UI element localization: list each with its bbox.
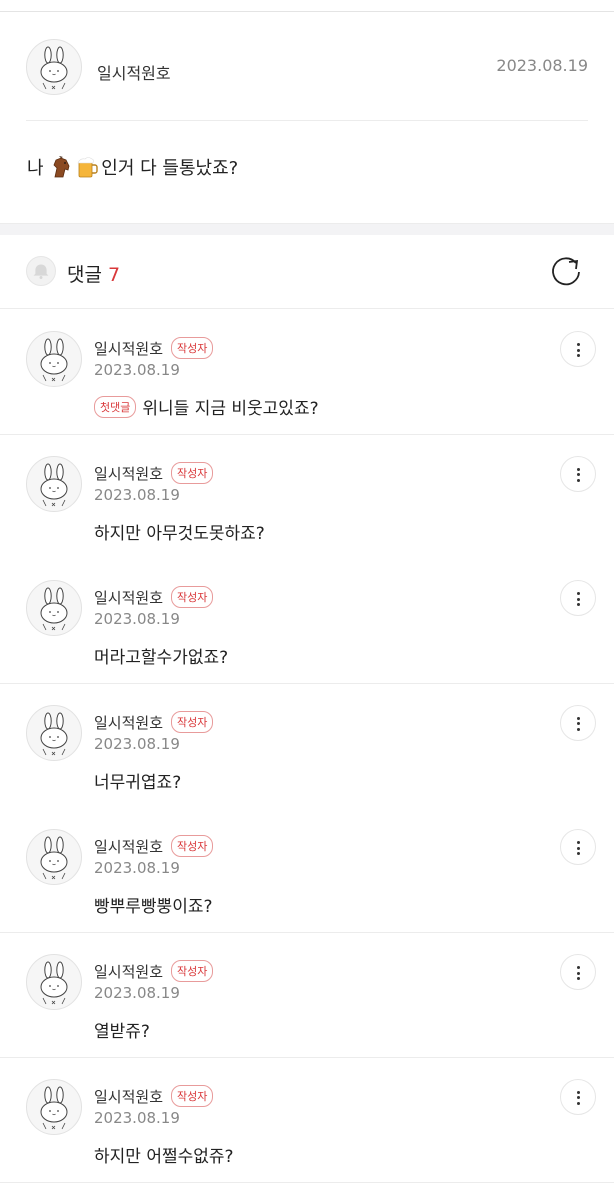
more-vertical-icon[interactable]	[560, 829, 596, 866]
commenter-avatar-icon[interactable]	[26, 455, 82, 512]
comment-item: 일시적원호 작성자 2023.08.19 머라고할수가없죠?	[0, 559, 614, 685]
comment-text: 너무귀엽죠?	[94, 768, 181, 793]
author-badge: 작성자	[171, 1084, 214, 1107]
post-body: 나 인거 다 들통났죠?	[27, 154, 238, 180]
comment-author[interactable]: 일시적원호	[94, 961, 163, 982]
commenter-avatar-icon[interactable]	[26, 331, 82, 387]
comment-date: 2023.08.19	[94, 859, 180, 878]
comment-author[interactable]: 일시적원호	[94, 1086, 163, 1107]
comment-body: 위니들 지금 비웃고있죠?	[142, 399, 319, 419]
top-divider	[0, 0, 614, 12]
comment-author[interactable]: 일시적원호	[94, 712, 163, 733]
commenter-avatar-icon[interactable]	[26, 704, 82, 761]
comment-date: 2023.08.19	[94, 361, 180, 379]
first-comment-badge: 첫댓글	[94, 395, 137, 418]
comment-body: 머라고할수가없죠?	[94, 648, 229, 669]
comment-date: 2023.08.19	[94, 485, 180, 504]
refresh-icon[interactable]	[548, 253, 584, 289]
horse-emoji-icon	[53, 156, 70, 178]
commenter-avatar-icon[interactable]	[26, 954, 82, 1010]
author-avatar-icon[interactable]	[26, 39, 82, 95]
comment-item: 일시적원호 작성자 2023.08.19 열받쥬?	[0, 933, 614, 1058]
comment-body: 열받쥬?	[94, 1022, 150, 1042]
beer-emoji-icon	[77, 157, 98, 178]
more-vertical-icon[interactable]	[560, 580, 596, 617]
comment-item: 일시적원호 작성자 2023.08.19 빵뿌루빵뿡이죠?	[0, 808, 614, 934]
comments-title: 댓글 7	[67, 260, 120, 287]
comment-date: 2023.08.19	[94, 984, 180, 1002]
author-badge: 작성자	[171, 337, 214, 359]
comment-text: 머라고할수가없죠?	[94, 643, 228, 668]
comment-date: 2023.08.19	[94, 734, 180, 753]
post-author[interactable]: 일시적원호	[97, 60, 171, 84]
commenter-avatar-icon[interactable]	[26, 580, 82, 637]
comment-item: 일시적원호 작성자 2023.08.19 첫댓글 위니들 지금 비웃고있죠?	[0, 310, 614, 435]
comment-item: 일시적원호 작성자 2023.08.19 너무귀엽죠?	[0, 683, 614, 809]
post-text-suffix: 인거 다 들통났죠?	[101, 158, 239, 179]
comment-body: 하지만 아무것도못하죠?	[94, 523, 265, 544]
author-badge: 작성자	[171, 835, 214, 858]
comment-text: 첫댓글 위니들 지금 비웃고있죠?	[94, 394, 319, 419]
author-badge: 작성자	[171, 960, 214, 982]
commenter-avatar-icon[interactable]	[26, 1078, 82, 1135]
comments-count: 7	[107, 264, 121, 286]
comment-text: 빵뿌루빵뿡이죠?	[94, 892, 213, 917]
comment-author[interactable]: 일시적원호	[94, 338, 163, 359]
comment-date: 2023.08.19	[94, 610, 180, 629]
comment-item: 일시적원호 작성자 2023.08.19 하지만 어쩔수없쥬?	[0, 1057, 614, 1183]
author-badge: 작성자	[171, 586, 214, 609]
bell-icon[interactable]	[26, 256, 56, 286]
more-vertical-icon[interactable]	[560, 954, 596, 990]
comment-text: 열받쥬?	[94, 1017, 150, 1042]
more-vertical-icon[interactable]	[560, 1078, 596, 1115]
comment-item: 일시적원호 작성자 2023.08.19 하지만 아무것도못하죠?	[0, 434, 614, 560]
more-vertical-icon[interactable]	[560, 455, 596, 492]
comment-author[interactable]: 일시적원호	[94, 587, 163, 608]
comment-body: 너무귀엽죠?	[94, 772, 182, 793]
post: 일시적원호 2023.08.19 나 인거 다 들통났죠?	[0, 12, 614, 223]
comment-author[interactable]: 일시적원호	[94, 836, 163, 857]
more-vertical-icon[interactable]	[560, 704, 596, 741]
section-gap	[0, 223, 614, 235]
post-text-prefix: 나	[27, 158, 50, 179]
author-badge: 작성자	[171, 461, 214, 484]
comments-label: 댓글	[67, 264, 102, 286]
comments-header: 댓글 7	[0, 235, 614, 309]
comment-body: 하지만 어쩔수없쥬?	[94, 1146, 234, 1167]
commenter-avatar-icon[interactable]	[26, 829, 82, 886]
post-date: 2023.08.19	[496, 56, 588, 75]
author-badge: 작성자	[171, 710, 214, 733]
comment-author[interactable]: 일시적원호	[94, 463, 163, 484]
comment-text: 하지만 아무것도못하죠?	[94, 519, 265, 544]
comment-body: 빵뿌루빵뿡이죠?	[94, 897, 213, 918]
more-vertical-icon[interactable]	[560, 331, 596, 367]
comment-date: 2023.08.19	[94, 1108, 180, 1127]
comment-text: 하지만 어쩔수없쥬?	[94, 1142, 234, 1167]
post-divider	[26, 120, 588, 121]
